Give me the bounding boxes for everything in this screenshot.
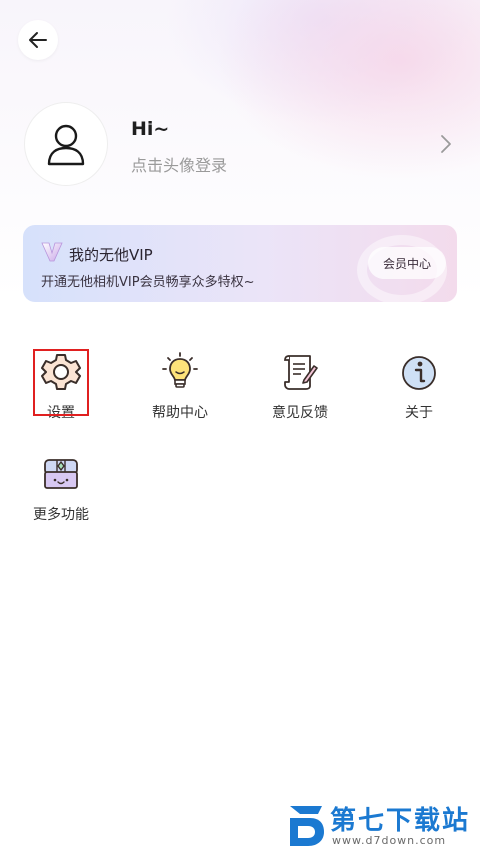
menu-item-about[interactable]: 关于 bbox=[374, 352, 464, 432]
member-center-button[interactable]: 会员中心 bbox=[368, 247, 446, 279]
settings-highlight-box bbox=[33, 349, 89, 416]
profile-section[interactable]: Hi~ 点击头像登录 bbox=[24, 102, 456, 188]
d7-logo-icon bbox=[290, 806, 324, 846]
vip-card[interactable]: 我的无他VIP 开通无他相机VIP会员畅享众多特权~ 会员中心 bbox=[23, 225, 457, 302]
menu-item-label: 意见反馈 bbox=[272, 405, 328, 421]
login-hint-text[interactable]: 点击头像登录 bbox=[131, 152, 227, 176]
watermark: 第七下载站 www.d7down.com bbox=[286, 800, 476, 850]
menu-item-label: 更多功能 bbox=[33, 507, 89, 523]
info-icon bbox=[402, 356, 436, 390]
vip-description: 开通无他相机VIP会员畅享众多特权~ bbox=[41, 275, 255, 290]
vip-title: 我的无他VIP bbox=[69, 246, 153, 264]
menu-item-label: 帮助中心 bbox=[152, 405, 208, 421]
menu-item-label: 关于 bbox=[405, 405, 433, 421]
menu-item-more-features[interactable]: 更多功能 bbox=[16, 454, 106, 534]
watermark-url: www.d7down.com bbox=[332, 834, 447, 847]
vip-v-icon bbox=[41, 242, 63, 262]
lightbulb-icon bbox=[162, 352, 198, 388]
menu-item-feedback[interactable]: 意见反馈 bbox=[255, 352, 345, 432]
chevron-right-icon[interactable] bbox=[438, 132, 454, 156]
treasure-chest-icon bbox=[44, 459, 78, 489]
profile-page: Hi~ 点击头像登录 我的无他VIP 开通无他相机VIP会员畅享众多特权~ 会员… bbox=[0, 0, 480, 853]
menu-item-help-center[interactable]: 帮助中心 bbox=[135, 352, 225, 432]
scroll-pen-icon bbox=[284, 355, 318, 390]
watermark-title: 第七下载站 bbox=[330, 806, 471, 836]
user-icon bbox=[47, 124, 85, 166]
avatar[interactable] bbox=[24, 102, 108, 186]
back-button[interactable] bbox=[18, 20, 58, 60]
arrow-left-icon bbox=[29, 32, 47, 48]
greeting-text: Hi~ bbox=[131, 118, 170, 140]
